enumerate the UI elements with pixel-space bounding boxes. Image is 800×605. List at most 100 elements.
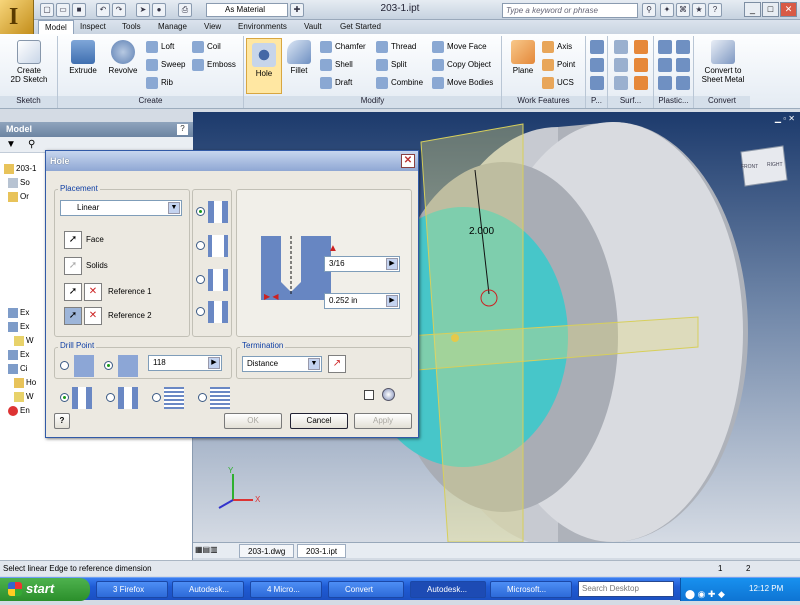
point-button[interactable]: Point xyxy=(542,57,575,73)
help-icon[interactable]: ? xyxy=(708,3,722,17)
clearance-hole-radio[interactable] xyxy=(106,393,115,402)
tab-vault[interactable]: Vault xyxy=(298,20,328,34)
tree-item[interactable]: W xyxy=(14,334,34,347)
patch-icon[interactable] xyxy=(634,58,648,72)
tree-root[interactable]: 203-1 xyxy=(4,162,36,175)
replace-face-icon[interactable] xyxy=(634,76,648,90)
create-2d-sketch-button[interactable]: Create 2D Sketch xyxy=(8,40,50,84)
reference1-flip-icon[interactable]: ✕ xyxy=(84,283,102,301)
hole-button[interactable]: Hole xyxy=(246,38,282,94)
task-firefox[interactable]: 3 Firefox xyxy=(96,581,168,598)
redo-icon[interactable]: ↷ xyxy=(112,3,126,17)
dialog-help-button[interactable]: ? xyxy=(54,413,70,429)
new-icon[interactable]: ▢ xyxy=(40,3,54,17)
countersink-radio[interactable] xyxy=(196,307,205,316)
network-icon[interactable]: ⌘ xyxy=(676,3,690,17)
plane-button[interactable]: Plane xyxy=(502,40,544,75)
select-icon[interactable]: ➤ xyxy=(136,3,150,17)
tree-item[interactable]: Ho xyxy=(14,376,36,389)
face-select-button[interactable]: ➚ xyxy=(64,231,82,249)
sweep-button[interactable]: Sweep xyxy=(146,57,185,73)
tab-tools[interactable]: Tools xyxy=(116,20,147,34)
solids-select-button[interactable]: ➚ xyxy=(64,257,82,275)
spotface-radio[interactable] xyxy=(196,275,205,284)
tray-icons[interactable]: ⬤ ◉ ✚ ◆ xyxy=(685,583,725,605)
ok-button[interactable]: OK xyxy=(224,413,282,429)
revolve-button[interactable]: Revolve xyxy=(102,40,144,75)
search-desktop-input[interactable]: Search Desktop xyxy=(578,581,674,597)
counterbore-radio[interactable] xyxy=(196,241,205,250)
dimension-value[interactable]: 2.000 xyxy=(469,226,494,237)
save-icon[interactable]: ■ xyxy=(72,3,86,17)
material-dropdown[interactable]: As Material xyxy=(206,3,288,17)
diameter-input[interactable]: 0.252 in ▶ xyxy=(324,293,400,309)
axis-button[interactable]: Axis xyxy=(542,39,572,55)
browser-help-icon[interactable]: ? xyxy=(177,124,188,135)
task-convert[interactable]: Convert xyxy=(328,581,404,598)
tab-layout-icons[interactable]: ▦▤▥ xyxy=(195,545,235,557)
binoculars-icon[interactable]: ⚲ xyxy=(642,3,656,17)
preview-icon[interactable] xyxy=(382,388,395,401)
placement-type-select[interactable]: Linear ▼ xyxy=(60,200,182,216)
flat-drill-point-radio[interactable] xyxy=(60,361,69,370)
doc-tab[interactable]: 203-1.dwg xyxy=(239,544,295,558)
tree-item[interactable]: Ex xyxy=(8,348,29,361)
viewport-window-controls[interactable]: ▁ ▫ ✕ xyxy=(755,114,795,126)
star-icon[interactable]: ★ xyxy=(692,3,706,17)
snap-fit-icon[interactable] xyxy=(676,58,690,72)
tab-model[interactable]: Model xyxy=(38,20,74,34)
flip-direction-button[interactable]: ↗ xyxy=(328,355,346,373)
task-autodesk-1[interactable]: Autodesk... xyxy=(172,581,244,598)
dialog-close-button[interactable]: ✕ xyxy=(401,154,415,168)
split-button[interactable]: Split xyxy=(376,57,407,73)
drilled-radio[interactable] xyxy=(196,207,205,216)
copy-object-button[interactable]: Copy Object xyxy=(432,57,491,73)
move-face-button[interactable]: Move Face xyxy=(432,39,487,55)
task-autodesk-2[interactable]: Autodesk... xyxy=(410,581,486,598)
browser-title[interactable]: Model xyxy=(0,122,193,137)
open-icon[interactable]: ▭ xyxy=(56,3,70,17)
emboss-button[interactable]: Emboss xyxy=(192,57,236,73)
tab-view[interactable]: View xyxy=(198,20,227,34)
rule-fillet-icon[interactable] xyxy=(658,76,672,90)
mirror-icon[interactable] xyxy=(590,76,604,90)
tree-item[interactable]: Or xyxy=(8,190,29,203)
circular-pattern-icon[interactable] xyxy=(590,58,604,72)
reference2-flip-icon[interactable]: ✕ xyxy=(84,307,102,325)
rib-button[interactable]: Rib xyxy=(146,75,173,91)
extrude-button[interactable]: Extrude xyxy=(62,40,104,75)
tools-icon[interactable]: ✦ xyxy=(660,3,674,17)
taper-tapped-radio[interactable] xyxy=(198,393,207,402)
apply-button[interactable]: Apply xyxy=(354,413,412,429)
coil-button[interactable]: Coil xyxy=(192,39,221,55)
color-icon[interactable]: ● xyxy=(152,3,166,17)
help-search-input[interactable]: Type a keyword or phrase xyxy=(502,3,638,18)
move-bodies-button[interactable]: Move Bodies xyxy=(432,75,493,91)
trim-icon[interactable] xyxy=(614,76,628,90)
chamfer-button[interactable]: Chamfer xyxy=(320,39,366,55)
print-icon[interactable]: ⎙ xyxy=(178,3,192,17)
boss-icon[interactable] xyxy=(676,40,690,54)
thread-button[interactable]: Thread xyxy=(376,39,416,55)
task-microsoft[interactable]: 4 Micro... xyxy=(250,581,322,598)
tree-item[interactable]: Ci xyxy=(8,362,28,375)
tree-item[interactable]: W xyxy=(14,390,34,403)
task-microsoft-2[interactable]: Microsoft... xyxy=(490,581,572,598)
lip-icon[interactable] xyxy=(676,76,690,90)
reference2-select-button[interactable]: ➚ xyxy=(64,307,82,325)
fillet-button[interactable]: Fillet xyxy=(278,40,320,75)
ucs-button[interactable]: UCS xyxy=(542,75,574,91)
find-icon[interactable]: ⚲ xyxy=(28,139,35,150)
reference1-select-button[interactable]: ➚ xyxy=(64,283,82,301)
angle-drill-point-radio[interactable] xyxy=(104,361,113,370)
shell-button[interactable]: Shell xyxy=(320,57,353,73)
sculpt-icon[interactable] xyxy=(614,58,628,72)
tab-inspect[interactable]: Inspect xyxy=(74,20,112,34)
stitch-icon[interactable] xyxy=(634,40,648,54)
combine-button[interactable]: Combine xyxy=(376,75,423,91)
tab-environments[interactable]: Environments xyxy=(232,20,293,34)
grill-icon[interactable] xyxy=(658,40,672,54)
tab-get-started[interactable]: Get Started xyxy=(334,20,387,34)
ifeature-checkbox[interactable] xyxy=(364,390,374,400)
tree-item[interactable]: So xyxy=(8,176,30,189)
